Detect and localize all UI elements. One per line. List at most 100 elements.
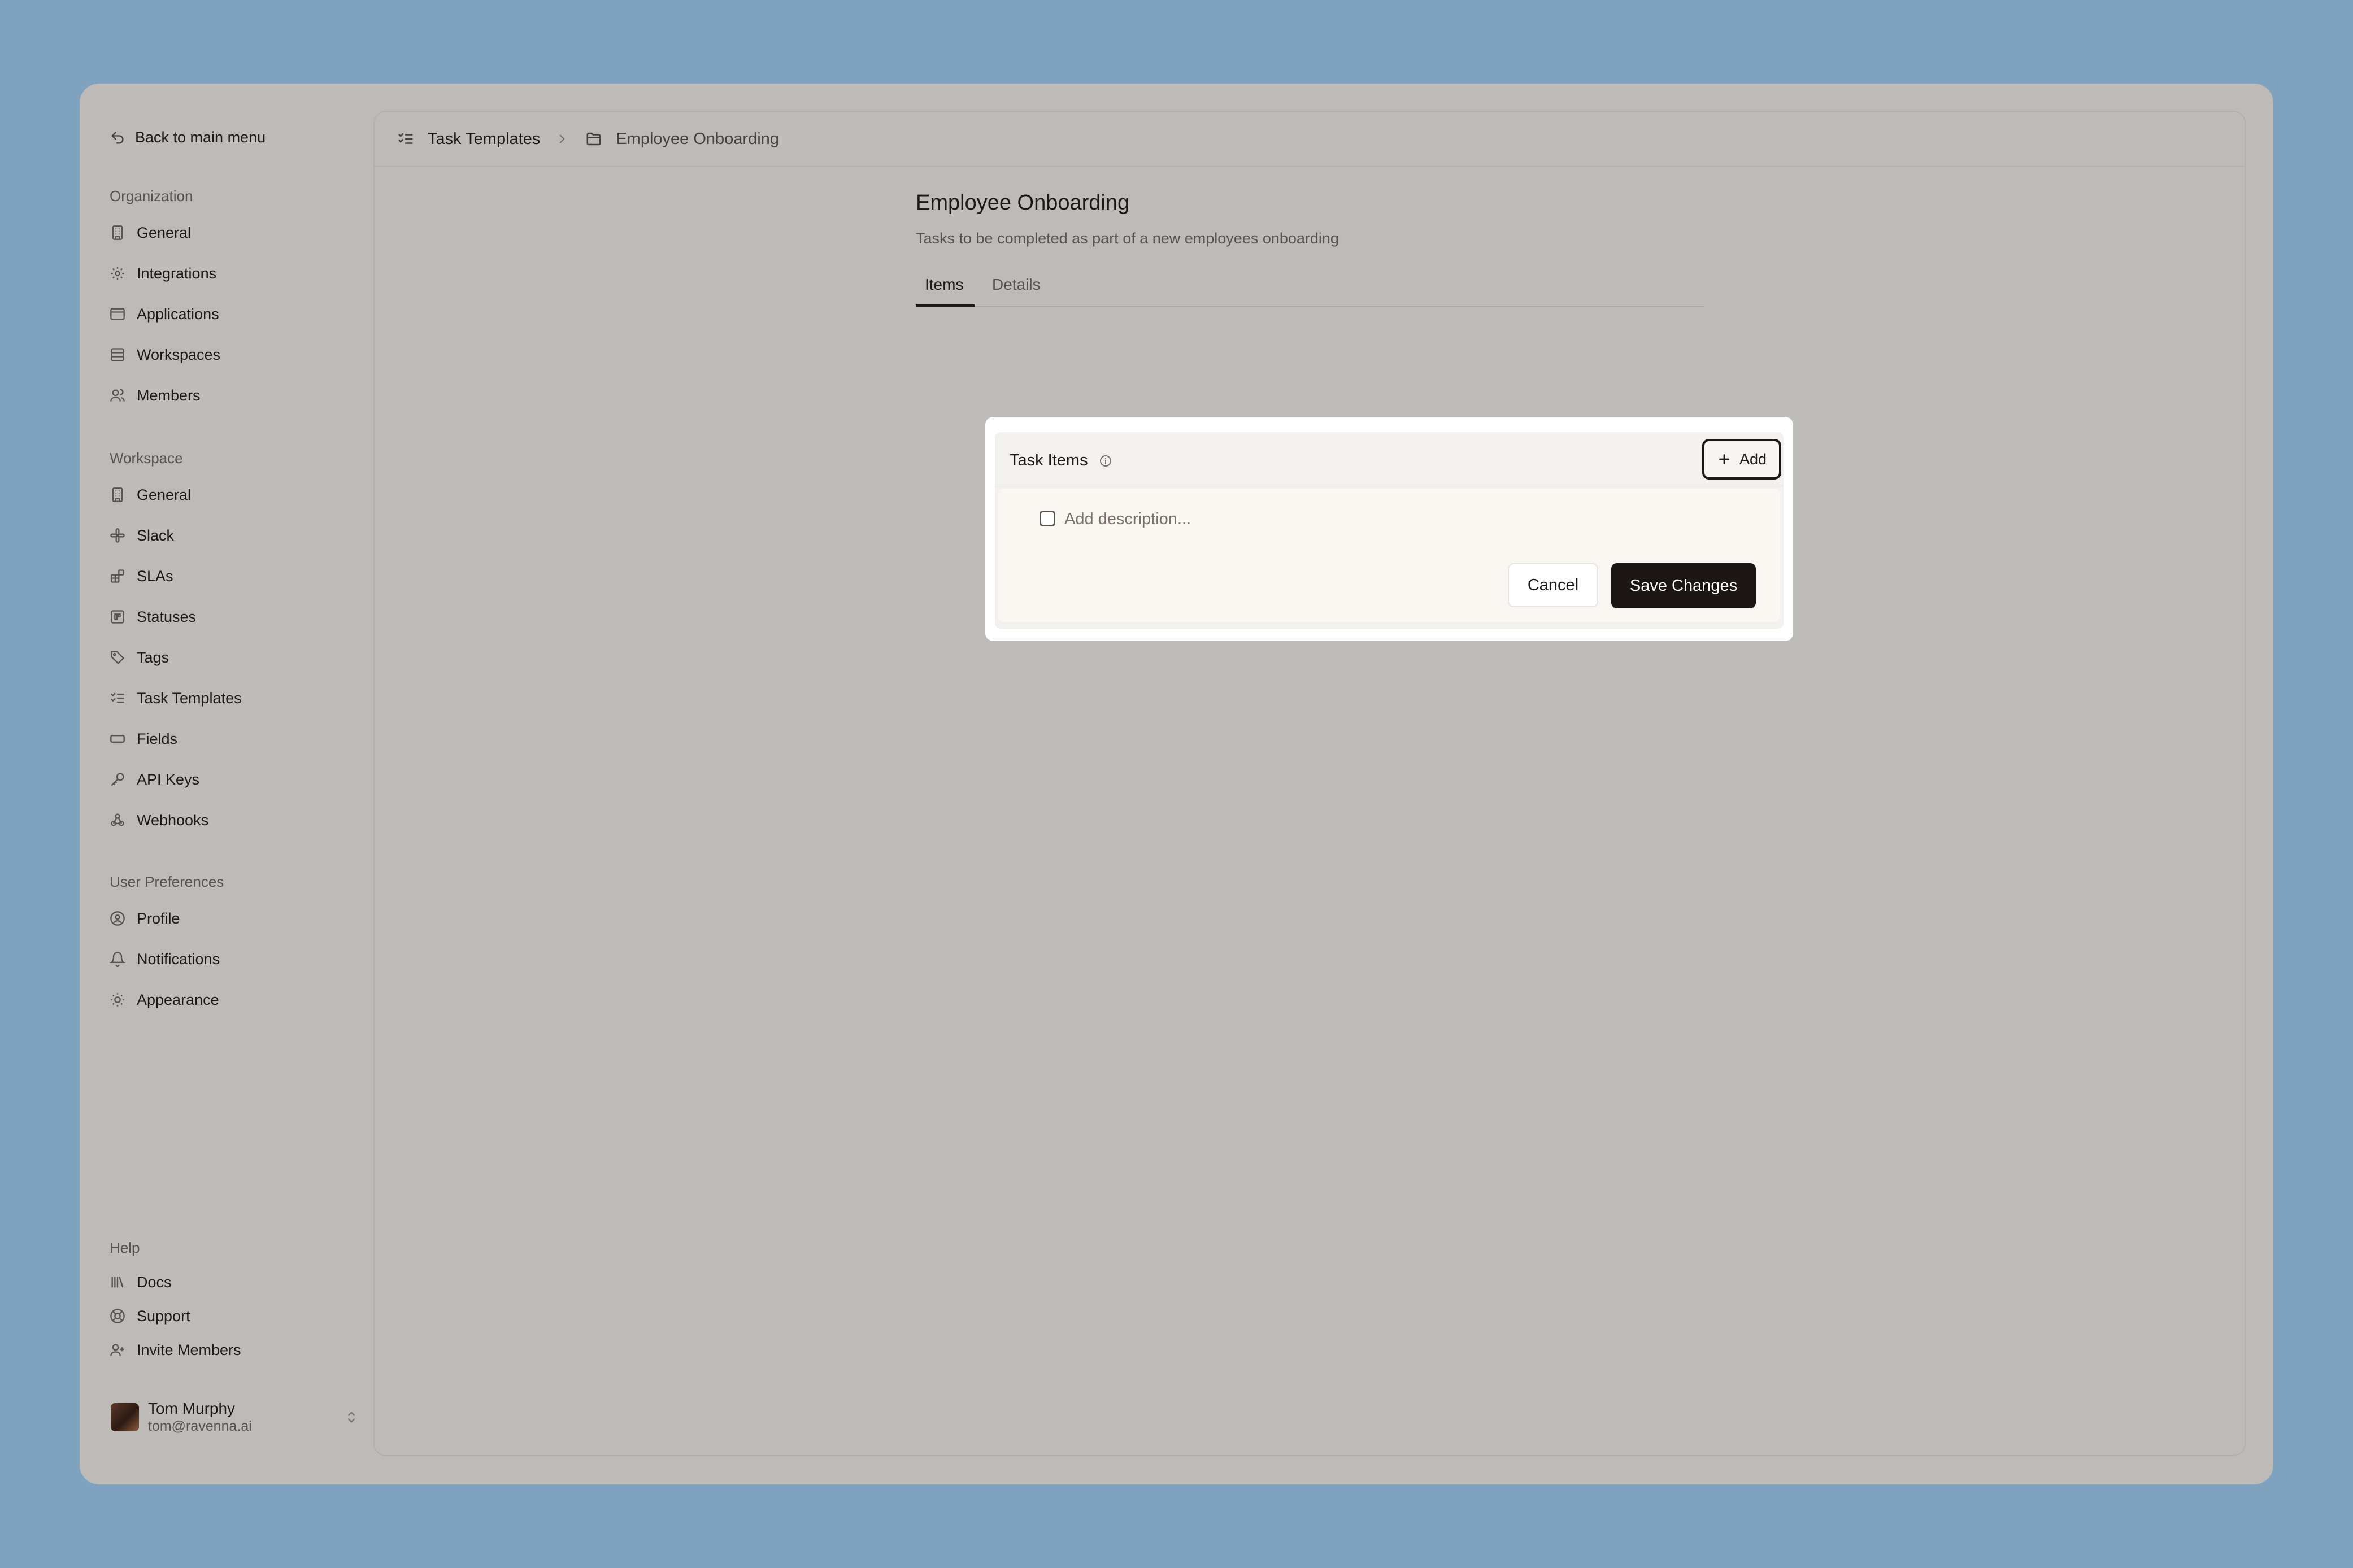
sidebar-item-label: Workspaces (137, 346, 221, 363)
sidebar-item-task-templates[interactable]: Task Templates (110, 682, 242, 714)
bell-icon (110, 952, 125, 967)
sidebar-item-label: General (137, 224, 192, 241)
sidebar-item-label: Task Templates (137, 689, 242, 707)
page-subtitle: Tasks to be completed as part of a new e… (916, 230, 1339, 247)
sidebar-item-org-general[interactable]: General (110, 217, 191, 249)
sidebar-item-label: Slack (137, 526, 175, 544)
sidebar-item-label: Appearance (137, 991, 219, 1008)
sidebar-item-label: Invite Members (137, 1341, 241, 1358)
sidebar-item-label: Integrations (137, 264, 217, 282)
section-label-workspace: Workspace (110, 450, 183, 467)
user-info: Tom Murphy tom@ravenna.ai (148, 1400, 252, 1435)
sidebar-item-slack[interactable]: Slack (110, 520, 174, 551)
sidebar-item-label: Members (137, 386, 201, 404)
back-link-label: Back to main menu (135, 129, 266, 146)
sidebar-item-webhooks[interactable]: Webhooks (110, 804, 208, 836)
avatar (111, 1403, 139, 1431)
sidebar-item-label: General (137, 486, 192, 503)
breadcrumb-task-templates[interactable]: Task Templates (397, 130, 540, 149)
main-panel: Task Templates Employee Onboarding Emplo… (373, 111, 2246, 1456)
tab-bar: Items Details (916, 270, 1704, 307)
sidebar-item-label: Fields (137, 730, 178, 747)
sidebar-item-api-keys[interactable]: API Keys (110, 764, 199, 795)
tab-details[interactable]: Details (992, 276, 1041, 294)
sidebar-item-support[interactable]: Support (110, 1300, 190, 1332)
tab-items[interactable]: Items (925, 276, 963, 294)
sidebar-item-fields[interactable]: Fields (110, 723, 177, 755)
sidebar-item-label: Docs (137, 1273, 172, 1291)
breadcrumb: Task Templates Employee Onboarding (375, 112, 2245, 167)
sidebar-item-label: Profile (137, 909, 180, 927)
gear-icon (111, 267, 124, 280)
checklist-icon (111, 692, 124, 703)
status-icon (111, 610, 124, 624)
task-item-checkbox[interactable] (1040, 511, 1055, 526)
add-button-label: Add (1739, 450, 1767, 468)
section-label-help: Help (110, 1239, 140, 1256)
sidebar-item-workspaces[interactable]: Workspaces (110, 339, 220, 371)
building-icon (112, 225, 123, 240)
field-icon (110, 735, 125, 743)
slack-icon (110, 528, 125, 543)
task-items-header: Task Items Add (995, 432, 1784, 486)
add-task-item-button[interactable]: Add (1702, 439, 1781, 480)
sidebar-item-integrations[interactable]: Integrations (110, 258, 216, 289)
save-changes-button[interactable]: Save Changes (1611, 563, 1756, 608)
sidebar-item-docs[interactable]: Docs (110, 1266, 172, 1298)
tag-icon (111, 651, 125, 665)
folder-icon (586, 132, 601, 146)
sidebar-item-tags[interactable]: Tags (110, 642, 169, 673)
page-title: Employee Onboarding (916, 191, 1130, 215)
breadcrumb-current: Employee Onboarding (585, 130, 779, 149)
breadcrumb-parent-label: Task Templates (428, 129, 541, 148)
life-buoy-icon (110, 1309, 125, 1323)
sidebar-item-label: Notifications (137, 950, 220, 968)
app-window: Back to main menu Organization General I… (80, 84, 2273, 1484)
task-items-title: Task Items (1010, 451, 1088, 469)
breadcrumb-current-label: Employee Onboarding (616, 129, 779, 148)
app-window-icon (110, 308, 125, 320)
user-account-switcher[interactable]: Tom Murphy tom@ravenna.ai (111, 1397, 359, 1437)
sidebar-item-appearance[interactable]: Appearance (110, 984, 219, 1016)
active-tab-indicator (916, 304, 975, 307)
template-content: Employee Onboarding Tasks to be complete… (916, 191, 1704, 307)
sidebar-item-slas[interactable]: SLAs (110, 560, 173, 592)
undo-arrow-icon (111, 132, 124, 143)
sidebar-item-applications[interactable]: Applications (110, 298, 219, 330)
blocks-icon (111, 569, 124, 583)
building-icon (112, 487, 123, 502)
info-icon[interactable] (1099, 454, 1112, 468)
sidebar-item-members[interactable]: Members (110, 380, 201, 411)
task-description-input[interactable] (1063, 506, 1574, 533)
sidebar-item-label: Webhooks (137, 811, 209, 829)
sun-icon (111, 993, 124, 1007)
user-name: Tom Murphy (148, 1400, 236, 1417)
chevrons-up-down-icon (348, 1412, 355, 1423)
users-icon (110, 389, 125, 402)
user-plus-icon (110, 1344, 124, 1356)
sidebar-item-label: SLAs (137, 567, 173, 585)
library-icon (111, 1277, 124, 1288)
back-to-main-menu-link[interactable]: Back to main menu (110, 129, 266, 146)
sidebar-item-statuses[interactable]: Statuses (110, 601, 196, 633)
sidebar-item-profile[interactable]: Profile (110, 903, 180, 934)
webhook-icon (111, 813, 124, 826)
section-label-organization: Organization (110, 188, 193, 204)
list-icon (111, 348, 124, 361)
sidebar-item-notifications[interactable]: Notifications (110, 943, 220, 975)
checklist-icon (398, 133, 413, 144)
chevron-right-icon (560, 134, 566, 143)
sidebar-item-label: Applications (137, 305, 219, 323)
section-label-user-preferences: User Preferences (110, 873, 224, 890)
task-items-panel: Task Items Add Cancel Save Changes (995, 432, 1784, 629)
sidebar-item-label: Statuses (137, 608, 197, 625)
sidebar-item-workspace-general[interactable]: General (110, 479, 191, 511)
sidebar-item-label: Tags (137, 648, 169, 666)
plus-icon (1719, 454, 1729, 464)
cancel-button[interactable]: Cancel (1508, 563, 1598, 607)
task-items-card: Task Items Add Cancel Save Changes (985, 417, 1793, 641)
settings-sidebar: Back to main menu Organization General I… (80, 84, 373, 1484)
key-icon (111, 773, 124, 786)
sidebar-item-label: Support (137, 1307, 190, 1325)
sidebar-item-invite-members[interactable]: Invite Members (110, 1334, 241, 1366)
